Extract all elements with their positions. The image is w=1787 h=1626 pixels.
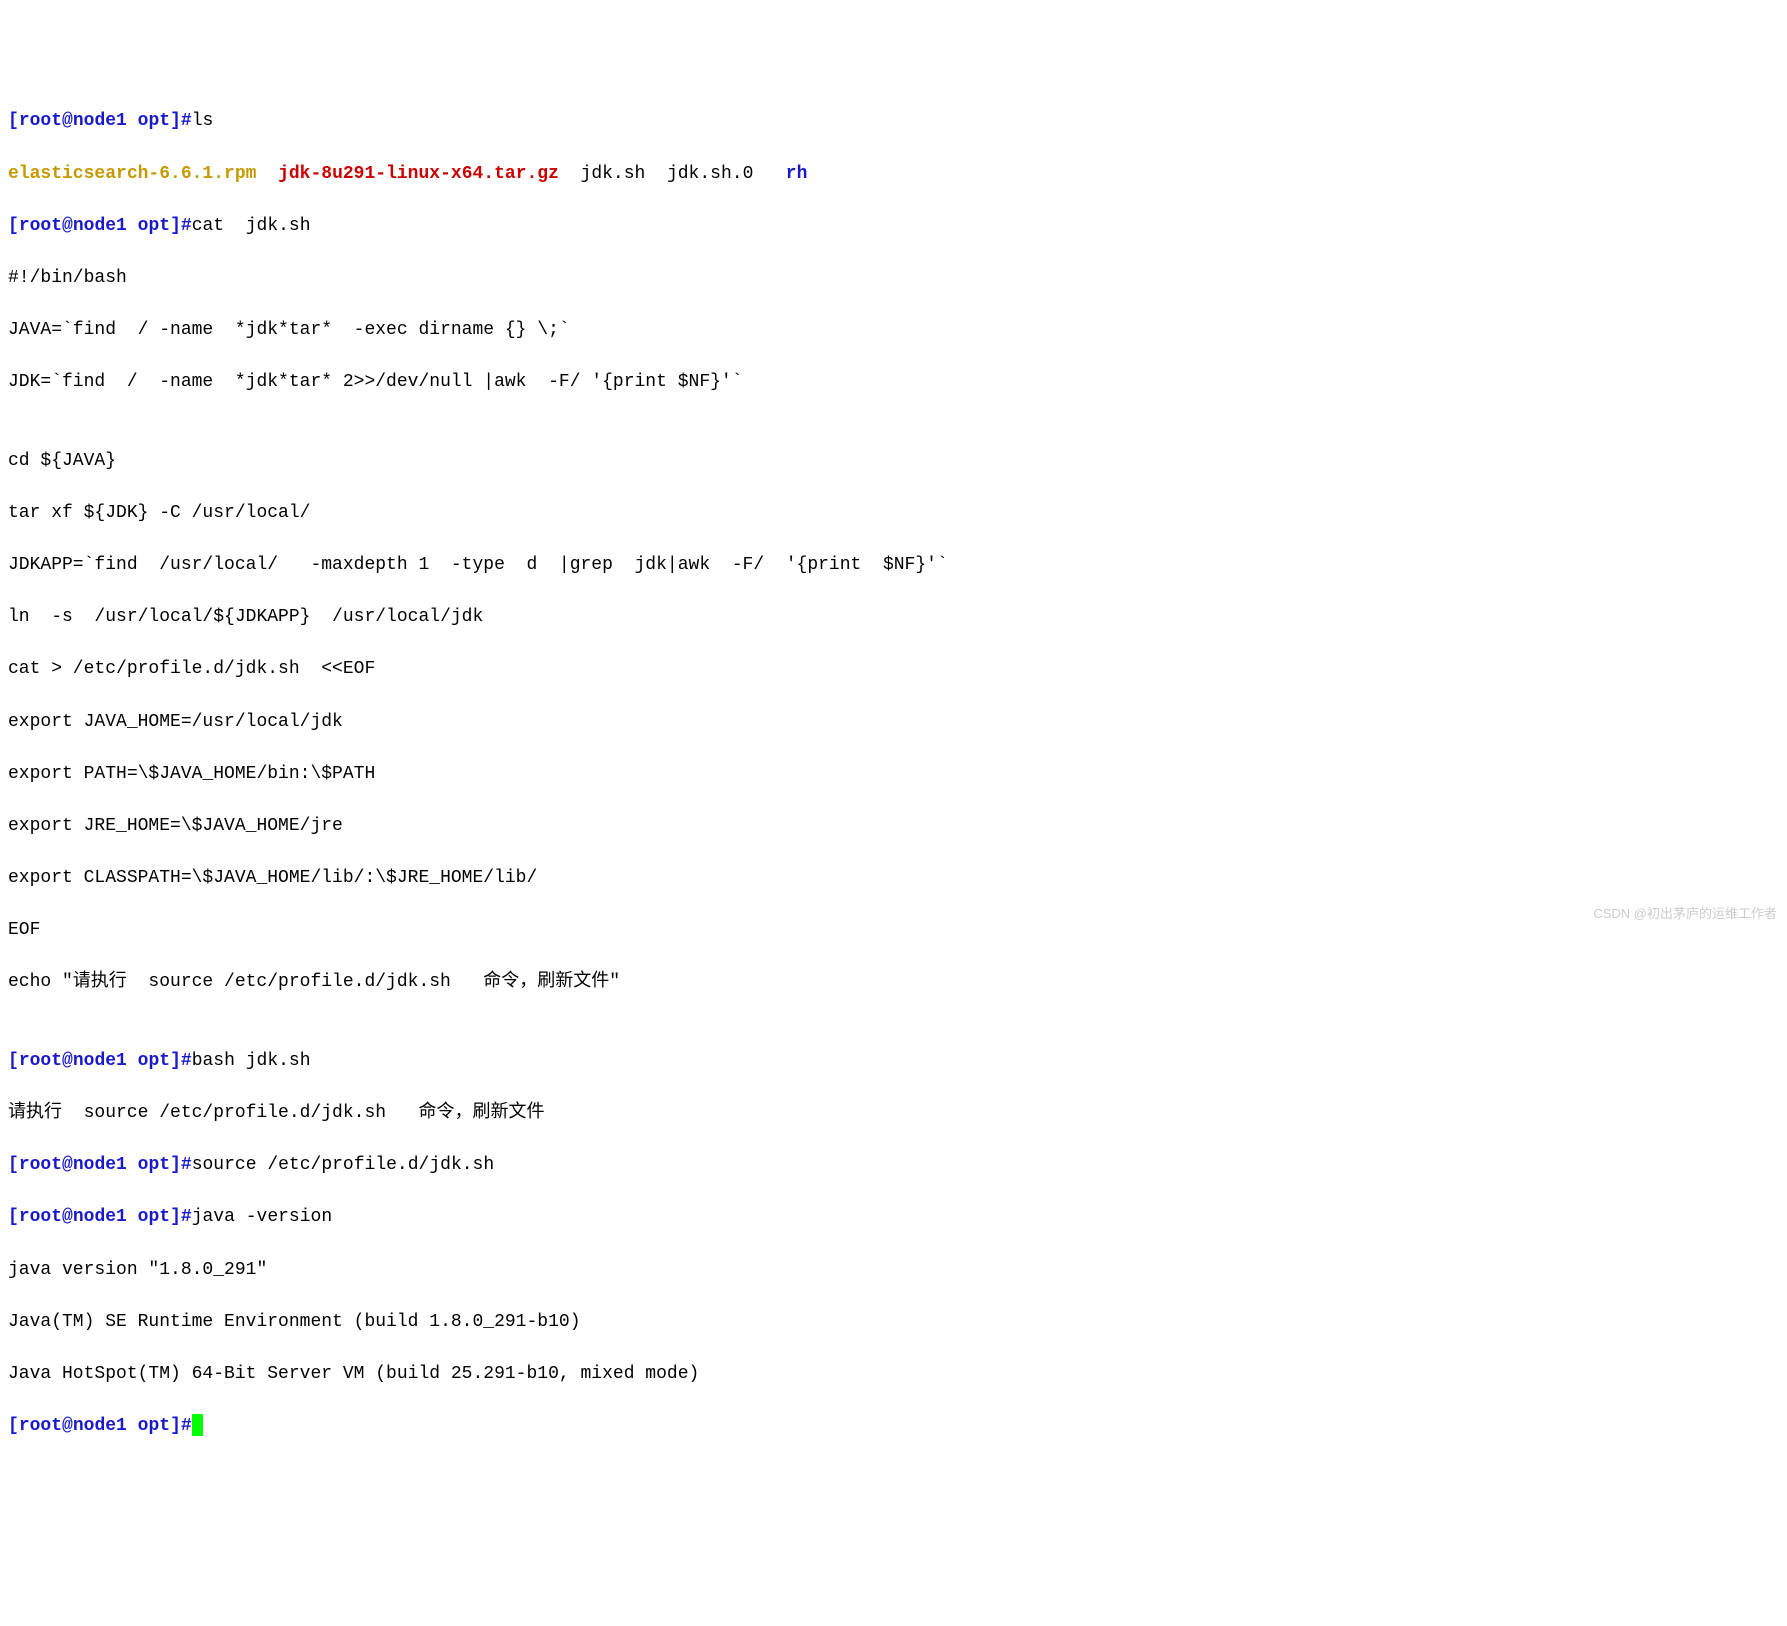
prompt-path: opt <box>138 1416 170 1436</box>
script-line: export CLASSPATH=\$JAVA_HOME/lib/:\$JRE_… <box>8 865 1779 891</box>
file-rpm: elasticsearch-6.6.1.rpm <box>8 164 256 184</box>
command-java-version: java -version <box>192 1207 332 1227</box>
terminal-line[interactable]: [root@node1 opt]#java -version <box>8 1204 1779 1230</box>
prompt-open: [ <box>8 216 19 236</box>
prompt-hash: # <box>181 216 192 236</box>
prompt-at: @ <box>62 1207 73 1227</box>
script-line: JDK=`find / -name *jdk*tar* 2>>/dev/null… <box>8 369 1779 395</box>
terminal-line[interactable]: [root@node1 opt]#cat jdk.sh <box>8 213 1779 239</box>
prompt-host: node1 <box>73 111 127 131</box>
terminal-line[interactable]: [root@node1 opt]# <box>8 1413 1779 1439</box>
script-line: cd ${JAVA} <box>8 448 1779 474</box>
prompt-open: [ <box>8 1207 19 1227</box>
file-jdksh: jdk.sh <box>581 164 646 184</box>
bash-output: 请执行 source /etc/profile.d/jdk.sh 命令，刷新文件 <box>8 1100 1779 1126</box>
script-line: export JRE_HOME=\$JAVA_HOME/jre <box>8 813 1779 839</box>
prompt-open: [ <box>8 1051 19 1071</box>
command-ls: ls <box>192 111 214 131</box>
prompt-at: @ <box>62 111 73 131</box>
gap <box>645 164 667 184</box>
prompt-hash: # <box>181 111 192 131</box>
prompt-at: @ <box>62 1051 73 1071</box>
prompt-user: root <box>19 1207 62 1227</box>
prompt-close: ] <box>170 111 181 131</box>
terminal-line[interactable]: [root@node1 opt]#source /etc/profile.d/j… <box>8 1152 1779 1178</box>
script-line: #!/bin/bash <box>8 265 1779 291</box>
prompt-space <box>127 216 138 236</box>
java-version-output: Java HotSpot(TM) 64-Bit Server VM (build… <box>8 1361 1779 1387</box>
prompt-close: ] <box>170 1416 181 1436</box>
prompt-path: opt <box>138 111 170 131</box>
prompt-user: root <box>19 216 62 236</box>
script-line: ln -s /usr/local/${JDKAPP} /usr/local/jd… <box>8 604 1779 630</box>
gap <box>256 164 278 184</box>
prompt-user: root <box>19 1155 62 1175</box>
prompt-path: opt <box>138 1051 170 1071</box>
prompt-path: opt <box>138 216 170 236</box>
prompt-host: node1 <box>73 216 127 236</box>
prompt-host: node1 <box>73 1207 127 1227</box>
gap <box>559 164 581 184</box>
ls-output-line: elasticsearch-6.6.1.rpm jdk-8u291-linux-… <box>8 161 1779 187</box>
prompt-space <box>127 1207 138 1227</box>
script-line: JDKAPP=`find /usr/local/ -maxdepth 1 -ty… <box>8 552 1779 578</box>
prompt-user: root <box>19 1416 62 1436</box>
java-version-output: Java(TM) SE Runtime Environment (build 1… <box>8 1309 1779 1335</box>
cursor[interactable] <box>192 1414 203 1436</box>
script-line: EOF <box>8 917 1779 943</box>
script-line: tar xf ${JDK} -C /usr/local/ <box>8 500 1779 526</box>
prompt-hash: # <box>181 1051 192 1071</box>
terminal-line[interactable]: [root@node1 opt]#bash jdk.sh <box>8 1048 1779 1074</box>
gap <box>753 164 785 184</box>
prompt-hash: # <box>181 1416 192 1436</box>
prompt-close: ] <box>170 1155 181 1175</box>
prompt-hash: # <box>181 1207 192 1227</box>
prompt-at: @ <box>62 216 73 236</box>
prompt-host: node1 <box>73 1155 127 1175</box>
file-rh-dir: rh <box>786 164 808 184</box>
prompt-space <box>127 1416 138 1436</box>
command-source: source /etc/profile.d/jdk.sh <box>192 1155 494 1175</box>
prompt-space <box>127 111 138 131</box>
script-line: echo "请执行 source /etc/profile.d/jdk.sh 命… <box>8 969 1779 995</box>
prompt-at: @ <box>62 1155 73 1175</box>
prompt-path: opt <box>138 1207 170 1227</box>
prompt-space <box>127 1051 138 1071</box>
prompt-open: [ <box>8 1416 19 1436</box>
prompt-close: ] <box>170 216 181 236</box>
script-line: export PATH=\$JAVA_HOME/bin:\$PATH <box>8 761 1779 787</box>
prompt-user: root <box>19 111 62 131</box>
prompt-open: [ <box>8 111 19 131</box>
prompt-open: [ <box>8 1155 19 1175</box>
watermark: CSDN @初出茅庐的运维工作者 <box>1593 905 1777 924</box>
command-cat: cat jdk.sh <box>192 216 311 236</box>
prompt-hash: # <box>181 1155 192 1175</box>
prompt-at: @ <box>62 1416 73 1436</box>
prompt-user: root <box>19 1051 62 1071</box>
prompt-close: ] <box>170 1207 181 1227</box>
command-bash: bash jdk.sh <box>192 1051 311 1071</box>
script-line: JAVA=`find / -name *jdk*tar* -exec dirna… <box>8 317 1779 343</box>
prompt-space <box>127 1155 138 1175</box>
terminal-line[interactable]: [root@node1 opt]#ls <box>8 108 1779 134</box>
script-line: cat > /etc/profile.d/jdk.sh <<EOF <box>8 656 1779 682</box>
prompt-host: node1 <box>73 1416 127 1436</box>
script-line: export JAVA_HOME=/usr/local/jdk <box>8 709 1779 735</box>
java-version-output: java version "1.8.0_291" <box>8 1257 1779 1283</box>
file-jdksh0: jdk.sh.0 <box>667 164 753 184</box>
prompt-close: ] <box>170 1051 181 1071</box>
prompt-host: node1 <box>73 1051 127 1071</box>
prompt-path: opt <box>138 1155 170 1175</box>
file-tarball: jdk-8u291-linux-x64.tar.gz <box>278 164 559 184</box>
